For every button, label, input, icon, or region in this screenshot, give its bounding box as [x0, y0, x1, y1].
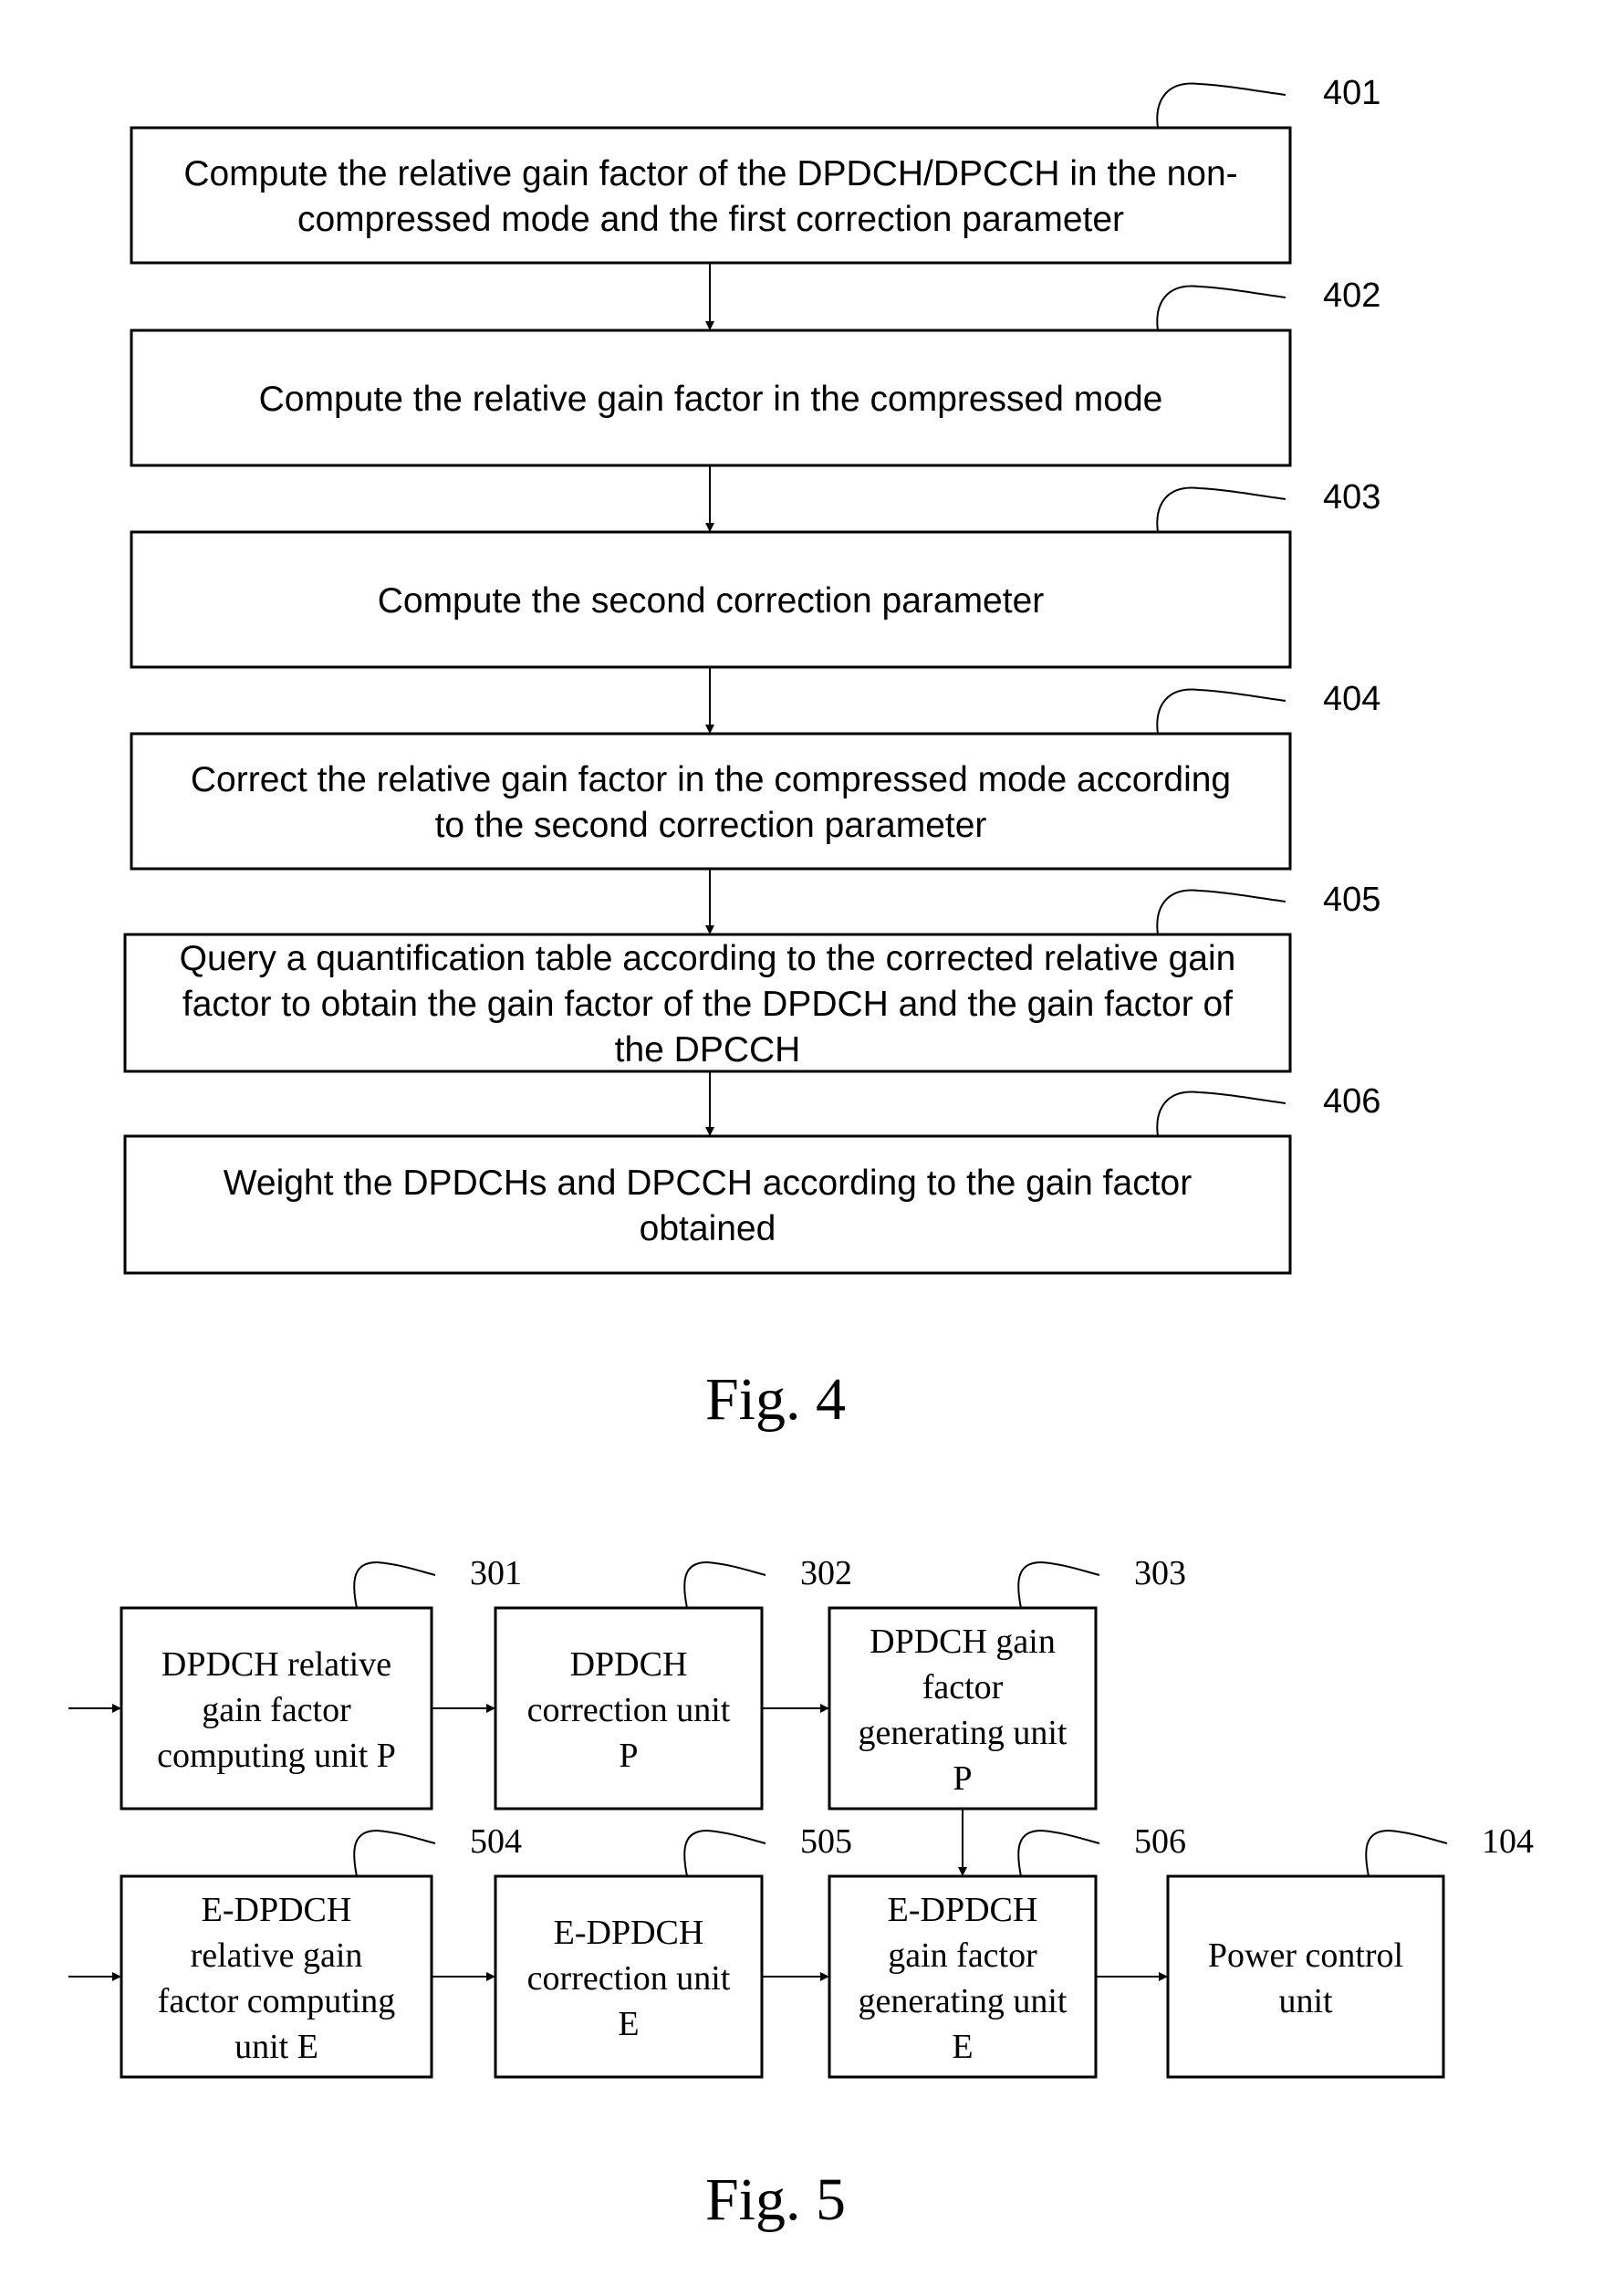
unit-text-line: E-DPDCH — [202, 1891, 352, 1929]
reference-leader-line — [1156, 82, 1286, 129]
unit-text-line: correction unit — [527, 1959, 731, 1998]
unit-302: DPDCH correction unit P 302 — [494, 1554, 852, 1811]
reference-number: 403 — [1323, 478, 1380, 517]
flow-step-401: Compute the relative gain factor of the … — [130, 74, 1380, 265]
unit-text-line: E — [952, 2028, 973, 2066]
unit-text-line: P — [619, 1737, 638, 1775]
reference-leader-line — [1365, 1829, 1448, 1877]
unit-text-line: Power control — [1208, 1936, 1403, 1975]
unit-504: E-DPDCH relative gain factor computing unit… — [120, 1822, 522, 2079]
step-text-line: the DPCCH — [615, 1030, 801, 1070]
reference-number: 302 — [800, 1554, 852, 1592]
unit-text-line: E-DPDCH — [554, 1914, 704, 1952]
reference-number: 301 — [470, 1554, 522, 1592]
unit-text-line: E-DPDCH — [888, 1891, 1038, 1929]
unit-text-line: DPDCH — [570, 1645, 688, 1684]
flow-step-403: Compute the second correction parameter 4… — [130, 478, 1380, 669]
reference-leader-line — [1017, 1560, 1100, 1609]
reference-number: 402 — [1323, 277, 1380, 315]
unit-text-line: generating unit — [859, 1982, 1068, 2020]
unit-text-line: DPDCH gain — [870, 1623, 1056, 1661]
unit-text-line: DPDCH relative — [161, 1645, 391, 1684]
flow-step-402: Compute the relative gain factor in the … — [130, 277, 1380, 467]
step-box — [130, 126, 1292, 265]
step-text-line: to the second correction parameter — [435, 806, 987, 845]
flow-step-405: Query a quantification table according t… — [123, 881, 1380, 1073]
unit-text-line: factor computing — [158, 1982, 396, 2020]
unit-text-line: unit E — [234, 2028, 318, 2066]
reference-leader-line — [1017, 1829, 1100, 1877]
step-text-line: Compute the relative gain factor in the … — [259, 380, 1163, 419]
reference-number: 504 — [470, 1822, 522, 1861]
reference-number: 405 — [1323, 881, 1380, 919]
unit-505: E-DPDCH correction unit E 505 — [494, 1822, 852, 2079]
step-text-line: Compute the relative gain factor of the … — [183, 154, 1237, 193]
reference-number: 404 — [1323, 680, 1380, 718]
step-box — [123, 1134, 1292, 1275]
reference-leader-line — [683, 1560, 766, 1609]
step-text-line: Query a quantification table according t… — [180, 939, 1236, 978]
reference-leader-line — [1156, 889, 1286, 935]
unit-text-line: correction unit — [527, 1691, 731, 1729]
fig5-block-diagram: DPDCH relative gain factor computing unit … — [68, 1554, 1534, 2079]
reference-leader-line — [1156, 285, 1286, 331]
reference-number: 505 — [800, 1822, 852, 1861]
unit-301: DPDCH relative gain factor computing unit … — [120, 1554, 522, 1811]
step-text-line: Compute the second correction parameter — [378, 581, 1045, 621]
step-text-line: Weight the DPDCHs and DPCCH according to… — [224, 1164, 1192, 1203]
reference-number: 104 — [1482, 1822, 1534, 1861]
unit-text-line: gain factor — [888, 1936, 1037, 1975]
reference-leader-line — [1156, 486, 1286, 533]
patent-figures-canvas: Compute the relative gain factor of the … — [68, 74, 1534, 2233]
unit-506: E-DPDCH gain factor generating unit E 506 — [828, 1822, 1186, 2079]
reference-number: 401 — [1323, 74, 1380, 112]
fig4-flowchart: Compute the relative gain factor of the … — [123, 74, 1380, 1275]
reference-leader-line — [353, 1560, 436, 1609]
fig5-caption: Fig. 5 — [705, 2166, 846, 2233]
unit-text-line: P — [953, 1759, 972, 1798]
unit-text-line: gain factor — [202, 1691, 351, 1729]
unit-303: DPDCH gain factor generating unit P 303 — [828, 1554, 1186, 1811]
unit-text-line: E — [618, 2005, 639, 2043]
step-text-line: compressed mode and the first correction… — [297, 200, 1124, 239]
step-text-line: obtained — [640, 1209, 776, 1248]
step-text-line: Correct the relative gain factor in the … — [191, 760, 1231, 799]
reference-leader-line — [1156, 1091, 1286, 1137]
step-box — [130, 732, 1292, 871]
reference-number: 406 — [1323, 1082, 1380, 1121]
unit-104: Power control unit 104 — [1166, 1822, 1534, 2079]
fig4-caption: Fig. 4 — [705, 1366, 846, 1433]
flow-step-406: Weight the DPDCHs and DPCCH according to… — [123, 1082, 1380, 1275]
reference-number: 506 — [1134, 1822, 1186, 1861]
reference-leader-line — [1156, 688, 1286, 735]
reference-number: 303 — [1134, 1554, 1186, 1592]
flow-step-404: Correct the relative gain factor in the … — [130, 680, 1380, 871]
step-text-line: factor to obtain the gain factor of the … — [182, 985, 1233, 1024]
unit-text-line: generating unit — [859, 1714, 1068, 1752]
reference-leader-line — [353, 1829, 436, 1877]
unit-text-line: factor — [922, 1668, 1004, 1706]
reference-leader-line — [683, 1829, 766, 1877]
unit-text-line: unit — [1278, 1982, 1333, 2020]
unit-text-line: relative gain — [191, 1936, 363, 1975]
unit-text-line: computing unit P — [157, 1737, 396, 1775]
unit-box — [1166, 1874, 1445, 2079]
